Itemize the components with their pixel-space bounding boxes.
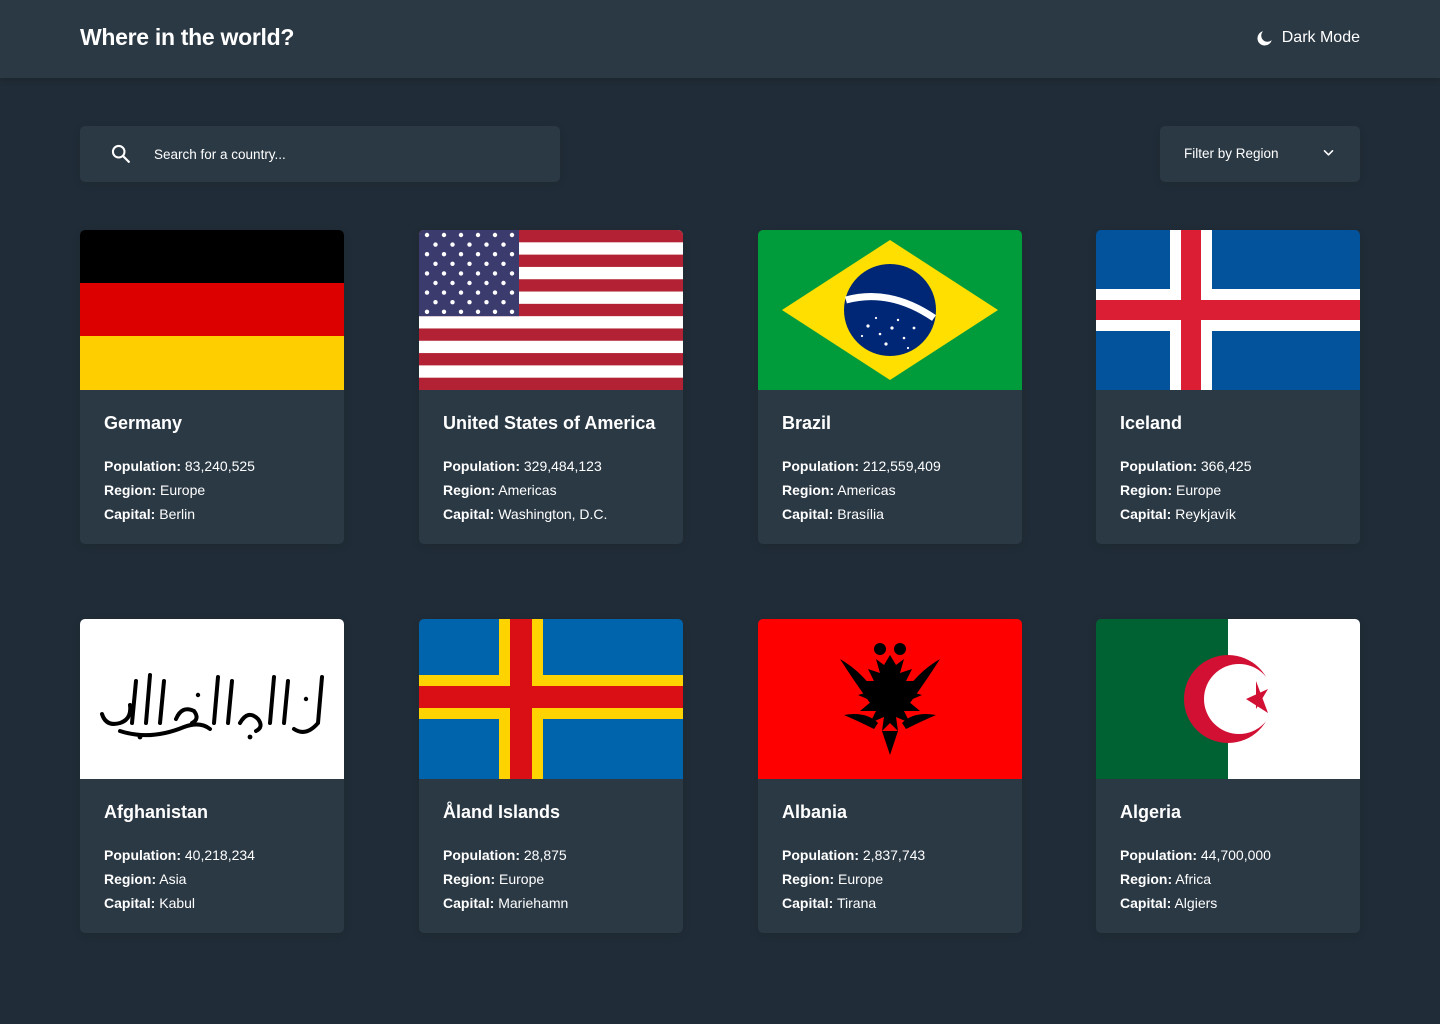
population-line: Population: 40,218,234 (104, 847, 255, 863)
search-icon (111, 144, 130, 163)
app-title: Where in the world? (80, 24, 295, 50)
country-card-algeria[interactable]: Algeria Population: 44,700,000 Region: A… (1096, 619, 1360, 933)
dark-mode-toggle[interactable]: Dark Mode (1256, 29, 1360, 47)
country-card-germany[interactable]: Germany Population: 83,240,525 Region: E… (80, 230, 344, 544)
population-line: Population: 329,484,123 (443, 458, 602, 474)
population-value: 44,700,000 (1200, 847, 1271, 863)
region-line: Region: Europe (782, 871, 884, 887)
country-name: Iceland (1120, 413, 1183, 433)
capital-value: Reykjavík (1175, 506, 1236, 522)
country-facts: Population: 329,484,123 Region: Americas… (443, 454, 607, 526)
flag-germany (80, 230, 344, 390)
country-name: United States of America (443, 413, 656, 433)
region-filter-label: Filter by Region (1184, 146, 1279, 161)
country-facts: Population: 366,425 Region: Europe Capit… (1120, 454, 1252, 526)
country-name: Algeria (1120, 802, 1182, 822)
country-facts: Population: 44,700,000 Region: Africa Ca… (1120, 843, 1271, 915)
region-line: Region: Africa (1120, 871, 1212, 887)
capital-line: Capital: Brasília (782, 506, 884, 522)
search-input[interactable] (154, 126, 534, 182)
region-value: Asia (159, 871, 187, 887)
capital-value: Tirana (836, 895, 877, 911)
country-card-united-states[interactable]: United States of America Population: 329… (419, 230, 683, 544)
capital-value: Algiers (1174, 895, 1218, 911)
moon-icon (1256, 30, 1273, 47)
country-name: Brazil (782, 413, 832, 433)
population-line: Population: 83,240,525 (104, 458, 255, 474)
country-facts: Population: 83,240,525 Region: Europe Ca… (104, 454, 255, 526)
country-name: Afghanistan (104, 802, 209, 822)
population-line: Population: 28,875 (443, 847, 567, 863)
region-line: Region: Europe (1120, 482, 1222, 498)
flag-brazil (758, 230, 1022, 390)
flag-afghanistan (80, 619, 344, 779)
population-value: 28,875 (523, 847, 567, 863)
capital-line: Capital: Berlin (104, 506, 196, 522)
region-line: Region: Americas (443, 482, 557, 498)
capital-value: Kabul (159, 895, 196, 911)
capital-value: Washington, D.C. (498, 506, 608, 522)
population-line: Population: 2,837,743 (782, 847, 926, 863)
region-value: Europe (838, 871, 884, 887)
country-facts: Population: 28,875 Region: Europe Capita… (443, 843, 568, 915)
top-bar: Where in the world? Dark Mode (0, 0, 1440, 78)
population-value: 40,218,234 (184, 847, 255, 863)
flag-albania (758, 619, 1022, 779)
country-facts: Population: 40,218,234 Region: Asia Capi… (104, 843, 255, 915)
region-value: Europe (160, 482, 206, 498)
capital-line: Capital: Tirana (782, 895, 877, 911)
population-value: 212,559,409 (862, 458, 941, 474)
population-line: Population: 44,700,000 (1120, 847, 1271, 863)
region-value: Americas (498, 482, 557, 498)
search-bar (80, 126, 560, 182)
region-line: Region: Asia (104, 871, 187, 887)
country-card-afghanistan[interactable]: Afghanistan Population: 40,218,234 Regio… (80, 619, 344, 933)
region-line: Region: Europe (443, 871, 545, 887)
capital-value: Mariehamn (498, 895, 569, 911)
flag-iceland (1096, 230, 1360, 390)
region-value: Europe (1176, 482, 1222, 498)
country-name: Albania (782, 802, 848, 822)
region-value: Americas (837, 482, 896, 498)
region-value: Africa (1175, 871, 1212, 887)
chevron-down-icon (1323, 149, 1334, 156)
flag-algeria (1096, 619, 1360, 779)
country-facts: Population: 2,837,743 Region: Europe Cap… (782, 843, 925, 915)
country-card-iceland[interactable]: Iceland Population: 366,425 Region: Euro… (1096, 230, 1360, 544)
population-line: Population: 212,559,409 (782, 458, 941, 474)
population-value: 329,484,123 (523, 458, 602, 474)
country-card-brazil[interactable]: Brazil Population: 212,559,409 Region: A… (758, 230, 1022, 544)
capital-line: Capital: Reykjavík (1120, 506, 1236, 522)
capital-line: Capital: Mariehamn (443, 895, 569, 911)
region-line: Region: Europe (104, 482, 206, 498)
country-name: Åland Islands (443, 802, 561, 822)
capital-line: Capital: Algiers (1120, 895, 1218, 911)
capital-value: Brasília (837, 506, 884, 522)
population-value: 2,837,743 (862, 847, 926, 863)
region-line: Region: Americas (782, 482, 896, 498)
region-filter-dropdown[interactable]: Filter by Region (1160, 126, 1360, 182)
country-facts: Population: 212,559,409 Region: Americas… (782, 454, 941, 526)
country-card-albania[interactable]: Albania Population: 2,837,743 Region: Eu… (758, 619, 1022, 933)
capital-line: Capital: Washington, D.C. (443, 506, 608, 522)
population-line: Population: 366,425 (1120, 458, 1252, 474)
flag-aland-islands (419, 619, 683, 779)
country-card-aland-islands[interactable]: Åland Islands Population: 28,875 Region:… (419, 619, 683, 933)
region-value: Europe (499, 871, 545, 887)
dark-mode-label: Dark Mode (1281, 29, 1360, 46)
country-name: Germany (104, 413, 183, 433)
population-value: 83,240,525 (184, 458, 255, 474)
flag-united-states (419, 230, 683, 390)
population-value: 366,425 (1200, 458, 1252, 474)
capital-value: Berlin (159, 506, 196, 522)
capital-line: Capital: Kabul (104, 895, 196, 911)
